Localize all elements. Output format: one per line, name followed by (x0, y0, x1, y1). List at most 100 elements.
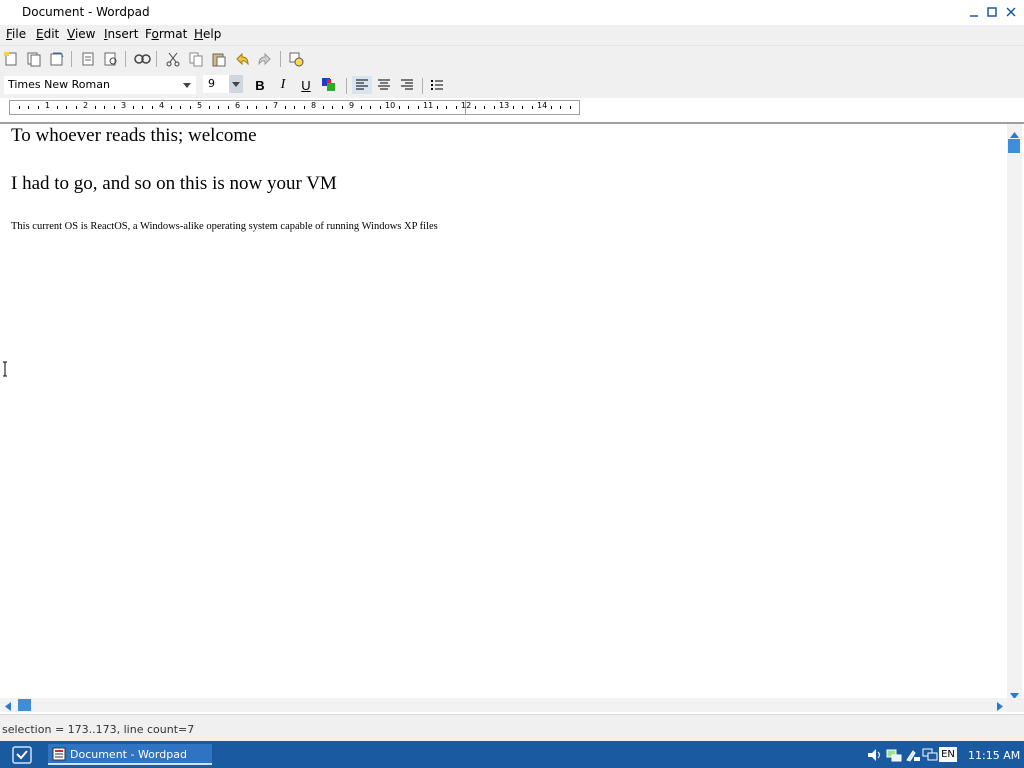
ruler-label: 11 (423, 101, 434, 110)
ruler-label: 4 (159, 101, 165, 110)
toolbar-separator (280, 51, 281, 67)
underline-button[interactable]: U (296, 76, 316, 94)
align-left-button[interactable] (352, 76, 372, 94)
align-right-button[interactable] (397, 76, 417, 94)
document-line[interactable]: I had to go, and so on this is now your … (11, 173, 337, 195)
ruler-tick (493, 106, 495, 109)
ruler-tick (370, 106, 371, 109)
ruler-tick (379, 106, 381, 109)
start-button[interactable] (4, 744, 40, 766)
menu-help[interactable]: Help (192, 27, 223, 41)
horizontal-scroll-thumb[interactable] (18, 699, 31, 711)
ruler-tick (569, 106, 571, 109)
maximize-icon (987, 7, 997, 17)
ruler-tick (474, 106, 476, 109)
ruler-tick (522, 106, 523, 109)
vertical-scroll-thumb[interactable] (1008, 139, 1020, 153)
ruler-tick (284, 106, 286, 109)
document-area[interactable] (0, 122, 1024, 714)
menu-file[interactable]: File (4, 27, 28, 41)
align-center-button[interactable] (374, 76, 394, 94)
ruler-tick (484, 106, 485, 109)
menu-view[interactable]: View (65, 27, 97, 41)
font-size-select[interactable]: 9 (203, 75, 243, 93)
toolbar-separator (346, 78, 347, 94)
horizontal-scrollbar[interactable] (0, 698, 1007, 712)
ruler-tick (151, 106, 153, 109)
print-icon (82, 52, 94, 66)
menu-bar: File Edit View Insert Format Help (0, 25, 1024, 46)
document-line[interactable]: To whoever reads this; welcome (11, 125, 257, 147)
undo-icon (236, 52, 249, 66)
color-button[interactable] (319, 76, 339, 94)
close-icon (1006, 7, 1016, 17)
ruler-tick (560, 106, 561, 109)
minimize-button[interactable] (965, 3, 983, 21)
chevron-down-icon[interactable] (180, 76, 194, 94)
align-center-icon (378, 79, 390, 90)
ruler-tick (104, 106, 105, 109)
ruler-label: 12 (461, 101, 472, 110)
font-name-select[interactable]: Times New Roman (3, 75, 197, 95)
copy-button[interactable] (186, 49, 206, 69)
ruler-tick (227, 106, 229, 109)
document-line[interactable]: This current OS is ReactOS, a Windows-al… (11, 221, 438, 232)
status-text: selection = 173..173, line count=7 (2, 723, 195, 736)
ruler-tick (360, 106, 362, 109)
bullets-button[interactable] (427, 76, 447, 94)
title-bar[interactable]: Document - Wordpad (0, 0, 1024, 25)
menu-insert[interactable]: Insert (102, 27, 140, 41)
scroll-corner (1007, 698, 1024, 712)
menu-edit[interactable]: Edit (34, 27, 61, 41)
ruler-tick (417, 106, 419, 109)
ruler-tick (455, 106, 457, 109)
volume-icon[interactable] (867, 747, 883, 763)
ruler-label: 8 (311, 101, 317, 110)
chevron-down-icon[interactable] (229, 75, 243, 93)
print-preview-button[interactable] (101, 49, 121, 69)
italic-button[interactable]: I (273, 76, 293, 94)
ruler-tick (37, 106, 39, 109)
new-icon (4, 52, 17, 66)
menu-format[interactable]: Format (143, 27, 189, 41)
ruler-tick (246, 106, 248, 109)
new-button[interactable] (1, 49, 21, 69)
redo-button[interactable] (255, 49, 275, 69)
status-bar: selection = 173..173, line count=7 (0, 714, 1024, 742)
redo-icon (258, 52, 271, 66)
ruler-tick (398, 106, 400, 109)
ruler-tick (75, 106, 77, 109)
taskbar-item-wordpad[interactable]: Document - Wordpad (48, 744, 212, 765)
open-icon (27, 52, 41, 67)
bold-button[interactable]: B (250, 76, 270, 94)
cut-icon (166, 52, 180, 67)
network-icon[interactable] (886, 747, 902, 763)
paste-button[interactable] (209, 49, 229, 69)
toolbar-separator (156, 51, 157, 67)
font-name-value: Times New Roman (8, 78, 110, 91)
safely-remove-hardware-icon[interactable] (905, 747, 921, 763)
insert-datetime-button[interactable] (286, 49, 306, 69)
scroll-left-arrow-icon[interactable] (5, 700, 11, 714)
undo-button[interactable] (232, 49, 252, 69)
ruler-label: 6 (235, 101, 241, 110)
save-button[interactable] (47, 49, 67, 69)
close-button[interactable] (1002, 3, 1020, 21)
clock[interactable]: 11:15 AM (968, 749, 1020, 762)
ruler-tick (142, 106, 143, 109)
ruler-tick (446, 106, 447, 109)
vertical-scrollbar[interactable] (1007, 124, 1022, 698)
copy-icon (189, 52, 203, 67)
display-icon[interactable] (922, 747, 938, 763)
toolbar (0, 46, 1024, 72)
maximize-button[interactable] (983, 3, 1001, 21)
ruler-label: 1 (45, 101, 51, 110)
find-button[interactable] (132, 49, 152, 69)
cut-button[interactable] (163, 49, 183, 69)
ruler-label: 2 (83, 101, 89, 110)
ruler-tick (28, 106, 29, 109)
scroll-right-arrow-icon[interactable] (997, 700, 1003, 714)
language-indicator[interactable]: EN (939, 747, 957, 762)
print-button[interactable] (78, 49, 98, 69)
open-button[interactable] (24, 49, 44, 69)
